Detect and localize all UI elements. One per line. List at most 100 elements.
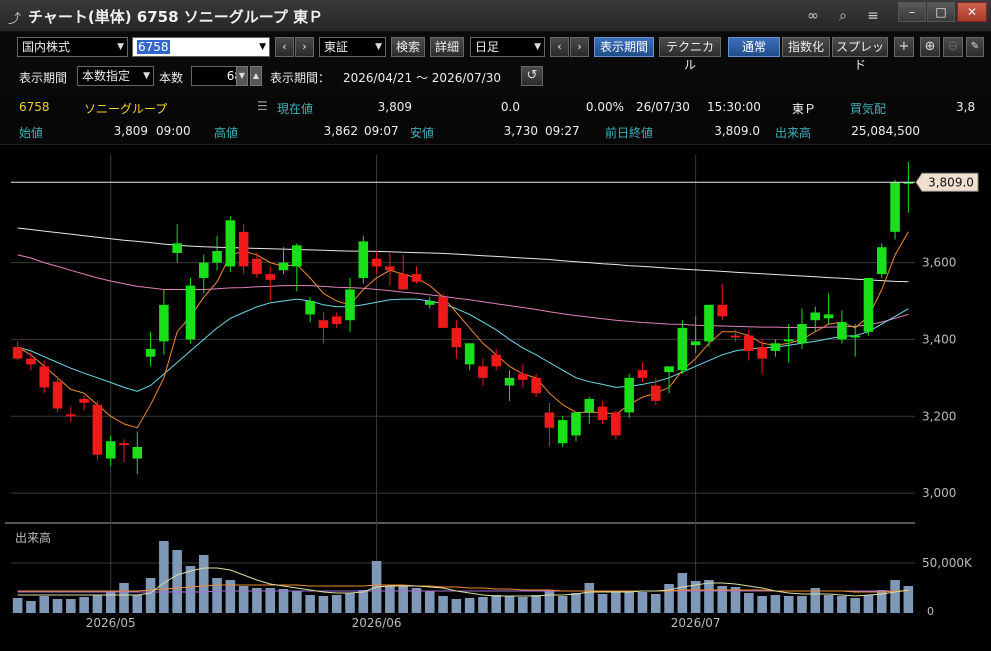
candle-body xyxy=(876,247,887,275)
crosshair-icon[interactable]: + xyxy=(894,37,914,57)
volume-bar xyxy=(52,599,63,613)
candle xyxy=(424,297,435,309)
candle-body xyxy=(637,370,648,378)
volume-bar xyxy=(837,596,847,613)
month-tick-label: 2026/06 xyxy=(352,616,402,630)
candle xyxy=(478,358,488,386)
refresh-icon[interactable]: ↺ xyxy=(521,66,543,86)
candle-body xyxy=(145,349,156,357)
quote-name: ソニーグループ xyxy=(84,102,168,116)
candle-body xyxy=(159,304,169,342)
volume-bar xyxy=(823,595,834,613)
chart-panel[interactable]: 3,000 3,200 3,400 3,600 2026/05 2026/06 2026/0… xyxy=(5,145,986,648)
candle-body xyxy=(411,274,422,282)
display-period-button[interactable]: 表示期間 xyxy=(594,37,654,57)
volume-bar xyxy=(305,595,315,613)
quote-date: 26/07/30 xyxy=(636,100,690,114)
candlestick-chart[interactable]: 3,000 3,200 3,400 3,600 2026/05 2026/06 2026/0… xyxy=(5,145,986,648)
candle-body xyxy=(664,366,674,373)
market-select[interactable]: 国内株式 ▼ xyxy=(17,37,128,57)
search-icon[interactable]: ⌕ xyxy=(833,6,853,26)
ma-long-line xyxy=(17,227,909,283)
volume-bar xyxy=(797,596,807,613)
candle-body xyxy=(198,262,209,278)
index-mode-button[interactable]: 指数化 xyxy=(782,37,830,57)
volume-bar xyxy=(172,550,182,613)
symbol-prev-button[interactable]: ‹ xyxy=(275,37,294,57)
open-label: 始値 xyxy=(19,126,44,140)
volume-bar xyxy=(491,595,502,613)
candle-body xyxy=(624,377,634,413)
count-down-icon[interactable]: ▼ xyxy=(236,66,248,86)
change-value: 0.0 xyxy=(500,100,520,114)
quote-market: 東Ｐ xyxy=(792,102,817,116)
candle-body xyxy=(730,335,741,338)
candle-body xyxy=(252,258,262,275)
interval-select[interactable]: 日足 ▼ xyxy=(470,37,545,57)
candle xyxy=(451,320,462,359)
window-title: チャート(単体) 6758 ソニーグループ 東Ｐ xyxy=(28,8,324,26)
period-mode-select[interactable]: 本数指定 ▼ xyxy=(77,66,154,86)
price-tick-label: 3,400 xyxy=(922,332,956,346)
candle xyxy=(345,277,355,332)
ma-slow-line xyxy=(17,254,909,328)
candle-body xyxy=(92,404,103,455)
candle xyxy=(783,324,794,363)
range-value: 2026/04/21 ～ 2026/07/30 xyxy=(343,71,501,85)
link-icon[interactable]: ∞ xyxy=(803,6,823,26)
volume-bar xyxy=(464,598,475,613)
candle xyxy=(850,324,860,357)
spread-mode-button[interactable]: スプレッド xyxy=(832,37,888,72)
candle xyxy=(704,304,714,348)
volume-bar xyxy=(770,595,781,613)
price-tick-label: 3,000 xyxy=(922,486,956,500)
technical-button[interactable]: テクニカル xyxy=(659,37,721,72)
candle-body xyxy=(611,412,621,436)
candle xyxy=(358,235,369,284)
candle-body xyxy=(504,377,515,386)
zoom-out-icon[interactable]: ⊖ xyxy=(943,37,963,57)
volume-bar xyxy=(611,592,621,613)
detail-button[interactable]: 詳細 xyxy=(430,37,464,57)
volume-bar xyxy=(265,588,276,613)
high-value: 3,862 xyxy=(323,124,358,138)
candle xyxy=(66,406,76,423)
candle xyxy=(331,312,342,328)
document-icon[interactable]: ☰ xyxy=(257,99,268,113)
candle-body xyxy=(557,420,568,444)
symbol-next-button[interactable]: › xyxy=(295,37,314,57)
period-next-button[interactable]: › xyxy=(570,37,589,57)
candle-body xyxy=(863,277,874,332)
count-up-icon[interactable]: ▲ xyxy=(250,66,262,86)
candle xyxy=(690,316,701,353)
candle-body xyxy=(105,441,116,459)
volume-bar xyxy=(26,601,36,613)
draw-tool-icon[interactable]: ✎ xyxy=(966,37,984,57)
candle-body xyxy=(823,314,834,319)
candle-body xyxy=(265,274,276,280)
search-button[interactable]: 検索 xyxy=(391,37,425,57)
normal-mode-button[interactable]: 通常 xyxy=(728,37,780,57)
candle-body xyxy=(797,324,807,344)
close-icon[interactable]: ✕ xyxy=(957,2,987,22)
candle-body xyxy=(185,285,196,340)
candle xyxy=(132,431,143,474)
exchange-select[interactable]: 東証 ▼ xyxy=(319,37,386,57)
price-tick-label: 3,600 xyxy=(922,256,956,270)
volume-bar xyxy=(411,588,422,613)
symbol-input-value: 6758 xyxy=(137,40,170,54)
candle xyxy=(26,352,36,371)
volume-bar xyxy=(79,597,89,613)
maximize-icon[interactable]: □ xyxy=(927,2,955,22)
zoom-in-icon[interactable]: ⊕ xyxy=(920,37,940,57)
period-prev-button[interactable]: ‹ xyxy=(550,37,569,57)
volume-bar xyxy=(119,583,129,613)
menu-icon[interactable]: ≡ xyxy=(863,6,883,26)
volume-bar xyxy=(278,589,289,613)
title-bar: ⤴ チャート(単体) 6758 ソニーグループ 東Ｐ ∞ ⌕ ≡ – □ ✕ xyxy=(0,0,991,32)
volume-bar xyxy=(66,599,76,613)
minimize-icon[interactable]: – xyxy=(898,2,926,22)
candle-body xyxy=(571,412,581,436)
symbol-input[interactable]: 6758 ▼ xyxy=(132,37,270,57)
candle xyxy=(385,252,395,286)
